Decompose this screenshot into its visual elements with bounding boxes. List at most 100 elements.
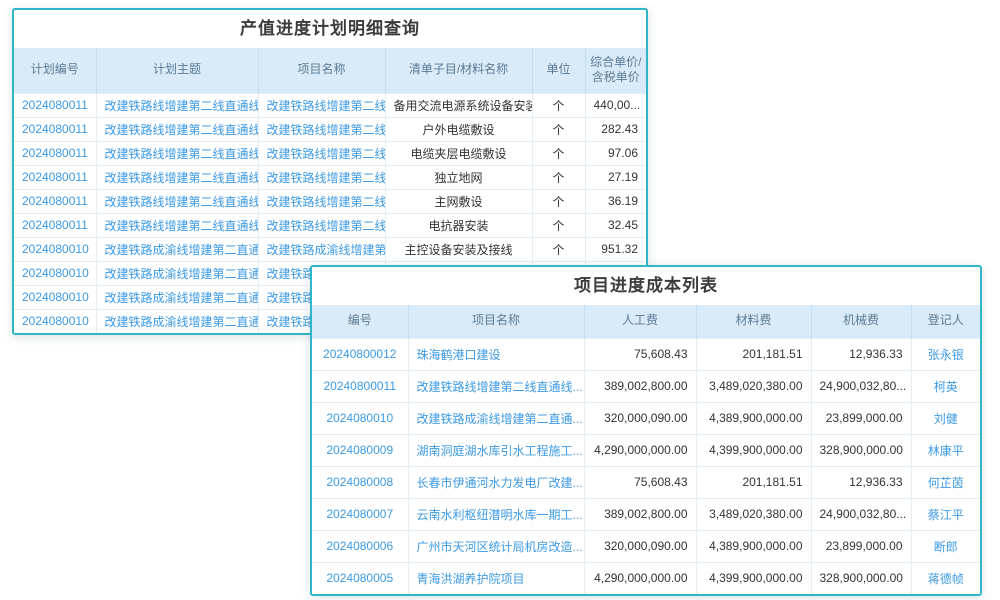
table-row: 2024080011 改建铁路线增建第二线直通线 改建铁路线增建第二线直通线 电… [14,213,646,237]
plan-no-link[interactable]: 2024080011 [14,93,96,117]
machine-cost-cell: 12,936.33 [811,466,911,498]
unit-cell: 个 [532,213,585,237]
item-name-cell: 独立地网 [385,165,532,189]
plan-subject-link[interactable]: 改建铁路线增建第二线直通线 [96,165,258,189]
cost-no-link[interactable]: 2024080005 [312,562,408,594]
material-cost-cell: 201,181.51 [696,466,811,498]
material-cost-cell: 4,399,900,000.00 [696,562,811,594]
registrant-link[interactable]: 断郎 [911,530,980,562]
item-name-cell: 电缆夹层电缆敷设 [385,141,532,165]
plan-no-link[interactable]: 2024080010 [14,261,96,285]
registrant-link[interactable]: 蔡江平 [911,498,980,530]
project-name-link[interactable]: 改建铁路线增建第二线直通线 [258,213,385,237]
machine-cost-cell: 24,900,032,80... [811,370,911,402]
labor-cost-cell: 4,290,000,000.00 [584,562,696,594]
plan-no-link[interactable]: 2024080011 [14,141,96,165]
col-header-plan-subject: 计划主题 [96,48,258,93]
unit-cell: 个 [532,93,585,117]
col-header-item-name: 清单子目/材料名称 [385,48,532,93]
col-header-price: 综合单价/含税单价 [585,48,646,93]
project-name-link[interactable]: 云南水利枢纽潜明水库一期工... [408,498,584,530]
plan-subject-link[interactable]: 改建铁路线增建第二线直通线 [96,213,258,237]
item-name-cell: 备用交流电源系统设备安装 [385,93,532,117]
unit-cell: 个 [532,141,585,165]
price-cell: 36.19 [585,189,646,213]
registrant-link[interactable]: 刘健 [911,402,980,434]
cost-no-link[interactable]: 2024080006 [312,530,408,562]
table-row: 2024080010 改建铁路成渝线增建第二直通 改建铁路成渝线增建第二直通 主… [14,237,646,261]
project-name-link[interactable]: 广州市天河区统计局机房改造... [408,530,584,562]
plan-subject-link[interactable]: 改建铁路成渝线增建第二直通 [96,237,258,261]
project-name-link[interactable]: 长春市伊通河水力发电厂改建... [408,466,584,498]
item-name-cell: 主控设备安装及接线 [385,237,532,261]
registrant-link[interactable]: 何芷茵 [911,466,980,498]
plan-no-link[interactable]: 2024080010 [14,309,96,333]
project-name-link[interactable]: 青海洪湖养护院项目 [408,562,584,594]
plan-subject-link[interactable]: 改建铁路成渝线增建第二直通 [96,309,258,333]
table-row: 2024080011 改建铁路线增建第二线直通线 改建铁路线增建第二线直通线 独… [14,165,646,189]
labor-cost-cell: 320,000,090.00 [584,530,696,562]
price-cell: 32.45 [585,213,646,237]
table-row: 2024080011 改建铁路线增建第二线直通线 改建铁路线增建第二线直通线 电… [14,141,646,165]
project-name-link[interactable]: 改建铁路成渝线增建第二直通 [258,237,385,261]
plan-subject-link[interactable]: 改建铁路成渝线增建第二直通 [96,261,258,285]
project-name-link[interactable]: 改建铁路线增建第二线直通线 [258,189,385,213]
col-header-labor-cost: 人工费 [584,305,696,338]
col-header-unit: 单位 [532,48,585,93]
plan-no-link[interactable]: 2024080011 [14,213,96,237]
registrant-link[interactable]: 蒋德帧 [911,562,980,594]
machine-cost-cell: 328,900,000.00 [811,434,911,466]
item-name-cell: 电抗器安装 [385,213,532,237]
material-cost-cell: 4,399,900,000.00 [696,434,811,466]
col-header-no: 编号 [312,305,408,338]
labor-cost-cell: 389,002,800.00 [584,370,696,402]
cost-list-table: 编号 项目名称 人工费 材料费 机械费 登记人 20240800012 珠海鹤港… [312,305,980,594]
table-row: 2024080005 青海洪湖养护院项目 4,290,000,000.00 4,… [312,562,980,594]
project-name-link[interactable]: 改建铁路线增建第二线直通线 [258,117,385,141]
price-cell: 440,00... [585,93,646,117]
project-name-link[interactable]: 改建铁路线增建第二线直通线 [258,165,385,189]
machine-cost-cell: 12,936.33 [811,338,911,370]
desktop-stage: 产值进度计划明细查询 计划编号 计划主题 项目名称 清单子目/材料名称 单位 综… [0,0,1000,600]
labor-cost-cell: 389,002,800.00 [584,498,696,530]
price-cell: 951.32 [585,237,646,261]
project-name-link[interactable]: 珠海鹤港口建设 [408,338,584,370]
registrant-link[interactable]: 张永银 [911,338,980,370]
project-name-link[interactable]: 改建铁路线增建第二线直通线... [408,370,584,402]
plan-no-link[interactable]: 2024080011 [14,189,96,213]
cost-no-link[interactable]: 20240800012 [312,338,408,370]
plan-no-link[interactable]: 2024080011 [14,117,96,141]
labor-cost-cell: 320,000,090.00 [584,402,696,434]
plan-subject-link[interactable]: 改建铁路成渝线增建第二直通 [96,285,258,309]
plan-no-link[interactable]: 2024080010 [14,237,96,261]
project-name-link[interactable]: 改建铁路线增建第二线直通线 [258,141,385,165]
material-cost-cell: 4,389,900,000.00 [696,402,811,434]
project-name-link[interactable]: 改建铁路成渝线增建第二直通... [408,402,584,434]
plan-no-link[interactable]: 2024080011 [14,165,96,189]
plan-no-link[interactable]: 2024080010 [14,285,96,309]
table-row: 2024080007 云南水利枢纽潜明水库一期工... 389,002,800.… [312,498,980,530]
cost-no-link[interactable]: 2024080007 [312,498,408,530]
registrant-link[interactable]: 柯英 [911,370,980,402]
item-name-cell: 主网敷设 [385,189,532,213]
plan-subject-link[interactable]: 改建铁路线增建第二线直通线 [96,189,258,213]
col-header-plan-no: 计划编号 [14,48,96,93]
plan-subject-link[interactable]: 改建铁路线增建第二线直通线 [96,93,258,117]
table-row: 2024080010 改建铁路成渝线增建第二直通... 320,000,090.… [312,402,980,434]
table-row: 2024080009 湖南洞庭湖水库引水工程施工... 4,290,000,00… [312,434,980,466]
material-cost-cell: 4,389,900,000.00 [696,530,811,562]
col-header-project-name: 项目名称 [408,305,584,338]
price-cell: 27.19 [585,165,646,189]
cost-list-header-row: 编号 项目名称 人工费 材料费 机械费 登记人 [312,305,980,338]
plan-subject-link[interactable]: 改建铁路线增建第二线直通线 [96,141,258,165]
col-header-registrant: 登记人 [911,305,980,338]
plan-subject-link[interactable]: 改建铁路线增建第二线直通线 [96,117,258,141]
registrant-link[interactable]: 林康平 [911,434,980,466]
cost-no-link[interactable]: 20240800011 [312,370,408,402]
cost-no-link[interactable]: 2024080009 [312,434,408,466]
cost-no-link[interactable]: 2024080010 [312,402,408,434]
project-name-link[interactable]: 湖南洞庭湖水库引水工程施工... [408,434,584,466]
project-name-link[interactable]: 改建铁路线增建第二线直通线 [258,93,385,117]
unit-cell: 个 [532,165,585,189]
cost-no-link[interactable]: 2024080008 [312,466,408,498]
